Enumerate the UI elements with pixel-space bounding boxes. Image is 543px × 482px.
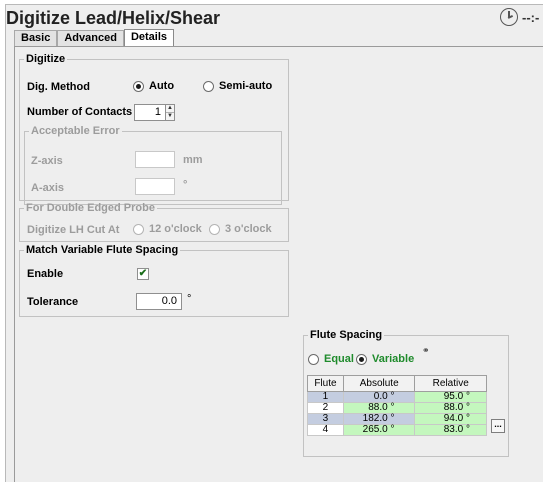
flute-spacing-legend: Flute Spacing <box>310 329 383 341</box>
clock-readout: --:- <box>522 10 540 25</box>
radio-selected-icon <box>133 80 144 92</box>
method-semi-auto-label: Semi-auto <box>219 80 273 92</box>
z-axis-input[interactable] <box>135 151 175 168</box>
flute-table: Flute Absolute Relative 1 0.0 ° 95.0 ° 2… <box>307 375 487 436</box>
enable-label: Enable <box>27 268 64 280</box>
double-edged-legend: For Double Edged Probe <box>26 202 155 214</box>
radio-unselected-icon <box>209 223 220 235</box>
spin-down-icon[interactable]: ▼ <box>166 113 174 121</box>
contacts-label: Number of Contacts <box>27 106 133 118</box>
flute-cell[interactable]: 3 <box>307 413 344 425</box>
tab-details[interactable]: Details <box>123 29 175 47</box>
flute-cell[interactable]: 4 <box>307 424 344 436</box>
cut-3-radio[interactable]: 3 o'clock <box>209 223 272 235</box>
more-button[interactable]: ... <box>491 419 505 433</box>
table-row[interactable]: 2 88.0 ° 88.0 ° <box>307 402 487 414</box>
method-auto-label: Auto <box>149 80 175 92</box>
contacts-spinner[interactable]: ▲ ▼ <box>165 104 175 121</box>
tab-bar: Basic Advanced Details <box>14 29 175 47</box>
method-auto-radio[interactable]: Auto <box>133 80 174 92</box>
spacing-variable-label: Variable <box>372 353 415 365</box>
a-axis-label: A-axis <box>31 182 65 194</box>
absolute-cell[interactable]: 0.0 ° <box>342 391 416 403</box>
radio-unselected-icon <box>133 223 144 235</box>
relative-cell[interactable]: 88.0 ° <box>414 402 487 414</box>
table-row[interactable]: 3 182.0 ° 94.0 ° <box>307 413 487 425</box>
match-flute-legend: Match Variable Flute Spacing <box>26 244 179 256</box>
absolute-cell[interactable]: 265.0 ° <box>342 424 416 436</box>
acceptable-error-group: Acceptable Error Z-axis mm A-axis ° <box>24 125 282 205</box>
dig-method-label: Dig. Method <box>27 81 90 93</box>
column-header-flute[interactable]: Flute <box>307 375 344 392</box>
z-axis-unit: mm <box>183 154 203 166</box>
tab-advanced[interactable]: Advanced <box>57 30 124 47</box>
cut-12-radio[interactable]: 12 o'clock <box>133 223 202 235</box>
match-flute-group: Match Variable Flute Spacing Enable ✔ To… <box>19 244 289 317</box>
cut-3-label: 3 o'clock <box>225 223 272 235</box>
cut-12-label: 12 o'clock <box>149 223 202 235</box>
a-axis-unit: ° <box>183 179 188 191</box>
tolerance-label: Tolerance <box>27 296 79 308</box>
z-axis-label: Z-axis <box>31 155 63 167</box>
cut-at-label: Digitize LH Cut At <box>27 224 120 236</box>
absolute-cell[interactable]: 182.0 ° <box>342 413 416 425</box>
contacts-input[interactable]: 1 <box>134 104 166 121</box>
clock-icon <box>500 8 518 26</box>
link-icon[interactable]: ⚭ <box>422 345 430 356</box>
window-title: Digitize Lead/Helix/Shear <box>6 8 221 28</box>
tolerance-unit: ° <box>187 293 192 305</box>
double-edged-group: For Double Edged Probe Digitize LH Cut A… <box>19 202 289 242</box>
spacing-equal-radio[interactable]: Equal <box>308 353 354 365</box>
details-panel: Digitize Dig. Method Auto Semi-auto Numb… <box>14 46 543 482</box>
acceptable-error-legend: Acceptable Error <box>31 125 120 137</box>
enable-checkbox[interactable]: ✔ <box>137 268 149 280</box>
table-header-row: Flute Absolute Relative <box>307 375 487 392</box>
digitize-legend: Digitize <box>26 53 66 65</box>
spin-up-icon[interactable]: ▲ <box>166 105 174 113</box>
flute-cell[interactable]: 1 <box>307 391 344 403</box>
a-axis-input[interactable] <box>135 178 175 195</box>
column-header-relative[interactable]: Relative <box>414 375 487 392</box>
radio-selected-icon <box>356 353 367 365</box>
absolute-cell[interactable]: 88.0 ° <box>342 402 416 414</box>
relative-cell[interactable]: 95.0 ° <box>414 391 487 403</box>
relative-cell[interactable]: 83.0 ° <box>414 424 487 436</box>
tab-basic[interactable]: Basic <box>14 30 58 47</box>
spacing-variable-radio[interactable]: Variable <box>356 353 414 365</box>
digitize-group: Digitize Dig. Method Auto Semi-auto Numb… <box>19 53 289 205</box>
method-semi-auto-radio[interactable]: Semi-auto <box>203 80 272 92</box>
column-header-absolute[interactable]: Absolute <box>342 375 416 392</box>
flute-spacing-group: Flute Spacing Equal Variable ⚭ Flute Abs… <box>303 329 509 457</box>
radio-unselected-icon <box>203 80 214 92</box>
radio-unselected-icon <box>308 353 319 365</box>
tolerance-input[interactable]: 0.0 <box>136 293 182 310</box>
relative-cell[interactable]: 94.0 ° <box>414 413 487 425</box>
spacing-equal-label: Equal <box>324 353 354 365</box>
table-row[interactable]: 1 0.0 ° 95.0 ° <box>307 391 487 403</box>
table-row[interactable]: 4 265.0 ° 83.0 ° <box>307 424 487 436</box>
flute-cell[interactable]: 2 <box>307 402 344 414</box>
